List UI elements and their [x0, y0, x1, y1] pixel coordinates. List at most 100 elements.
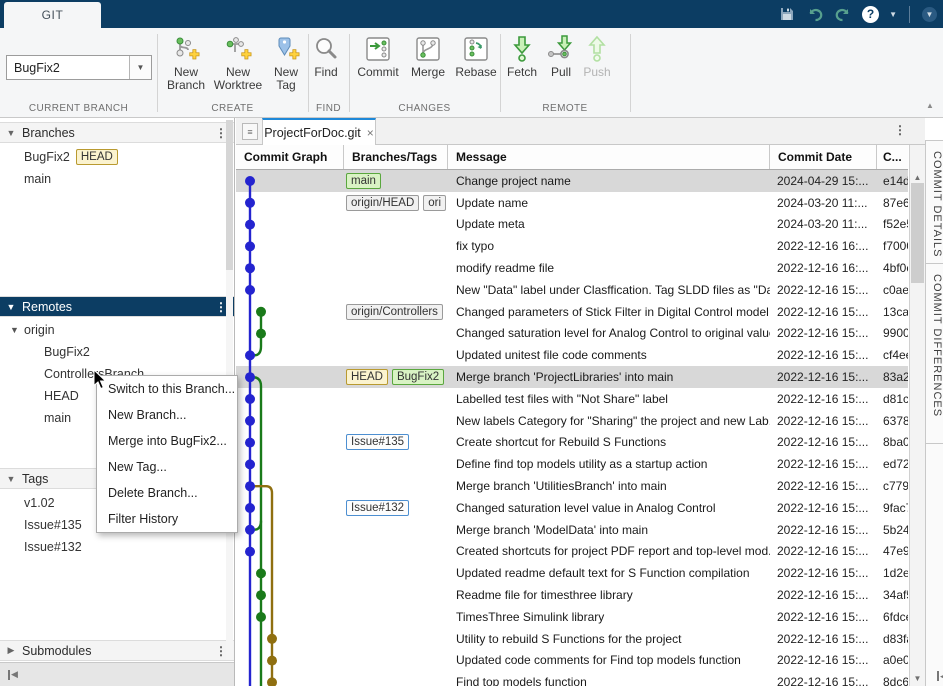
- remote-branch-bugfix2[interactable]: BugFix2: [0, 341, 227, 363]
- menu-item-switch-branch[interactable]: Switch to this Branch...: [97, 376, 237, 402]
- tab-commit-details[interactable]: COMMIT DETAILS: [926, 141, 943, 264]
- commit-row[interactable]: Created shortcuts for project PDF report…: [236, 541, 908, 563]
- commit-row[interactable]: Updated readme default text for S Functi…: [236, 562, 908, 584]
- menu-item-filter-history[interactable]: Filter History: [97, 506, 237, 532]
- close-icon[interactable]: ×: [367, 126, 374, 140]
- commit-row[interactable]: Merge branch 'ModelData' into main2022-1…: [236, 519, 908, 541]
- undo-icon[interactable]: [806, 5, 824, 23]
- menu-item-delete-branch[interactable]: Delete Branch...: [97, 480, 237, 506]
- collapse-left-icon[interactable]: ◀: [8, 670, 18, 680]
- branches: [344, 235, 448, 257]
- merge-button[interactable]: Merge: [402, 34, 454, 79]
- column-header-branches-tags[interactable]: Branches/Tags: [344, 145, 448, 169]
- redo-icon[interactable]: [834, 5, 852, 23]
- commit-row[interactable]: Issue#132Changed saturation level value …: [236, 497, 908, 519]
- column-header-commit-date[interactable]: Commit Date: [770, 145, 877, 169]
- id: 9fac7: [877, 497, 908, 519]
- tag-item-issue132[interactable]: Issue#132: [0, 536, 227, 558]
- help-dropdown-icon[interactable]: ▼: [889, 10, 897, 19]
- new-tag-label: New Tag: [264, 66, 308, 92]
- commit-row[interactable]: Readme file for timesthree library2022-1…: [236, 584, 908, 606]
- chevron-down-icon[interactable]: ▼: [129, 56, 151, 79]
- id: 6378: [877, 410, 908, 432]
- menu-item-new-branch[interactable]: New Branch...: [97, 402, 237, 428]
- scrollbar-thumb[interactable]: [911, 183, 924, 283]
- commit-row[interactable]: Labelled test files with "Not Share" lab…: [236, 388, 908, 410]
- commit-row[interactable]: Changed saturation level for Analog Cont…: [236, 323, 908, 345]
- toolstrip-menu-icon[interactable]: ▼: [922, 7, 937, 22]
- branch-item-bugfix2[interactable]: BugFix2 HEAD: [0, 146, 227, 168]
- new-branch-button[interactable]: New Branch: [160, 34, 212, 92]
- find-button[interactable]: Find: [303, 34, 349, 79]
- fetch-button[interactable]: Fetch: [500, 34, 544, 79]
- push-button[interactable]: Push: [578, 34, 616, 79]
- commit-row[interactable]: modify readme file2022-12-16 16:...4bf0c: [236, 257, 908, 279]
- commit-row[interactable]: Utility to rebuild S Functions for the p…: [236, 628, 908, 650]
- new-tag-button[interactable]: New Tag: [264, 34, 308, 92]
- commit-row[interactable]: Merge branch 'UtilitiesBranch' into main…: [236, 475, 908, 497]
- tag-label: v1.02: [24, 496, 55, 510]
- expand-triangle-icon[interactable]: ▼: [10, 325, 19, 335]
- msg: Changed parameters of Stick Filter in Di…: [448, 301, 770, 323]
- menu-item-merge-into[interactable]: Merge into BugFix2...: [97, 428, 237, 454]
- column-header-message[interactable]: Message: [448, 145, 770, 169]
- menu-item-new-tag[interactable]: New Tag...: [97, 454, 237, 480]
- remote-origin[interactable]: ▼ origin: [0, 319, 227, 341]
- graph: [236, 584, 344, 606]
- commit-row[interactable]: Issue#135Create shortcut for Rebuild S F…: [236, 432, 908, 454]
- new-worktree-button[interactable]: New Worktree: [212, 34, 264, 92]
- commit-row[interactable]: Define find top models utility as a star…: [236, 453, 908, 475]
- commit-row[interactable]: TimesThree Simulink library2022-12-16 15…: [236, 606, 908, 628]
- remote-branch-label: BugFix2: [44, 345, 90, 359]
- msg: Define find top models utility as a star…: [448, 453, 770, 475]
- pull-button[interactable]: Pull: [542, 34, 580, 79]
- commit-row[interactable]: fix typo2022-12-16 16:...f7000: [236, 235, 908, 257]
- branches-section-header[interactable]: ▼ Branches ⋮: [0, 122, 234, 143]
- document-tab[interactable]: ProjectForDoc.git ×: [262, 118, 376, 145]
- branch-item-main[interactable]: main: [0, 168, 227, 190]
- scroll-down-icon[interactable]: ▼: [910, 674, 925, 683]
- branches: [344, 584, 448, 606]
- remotes-section-header[interactable]: ▼ Remotes ⋮: [0, 296, 234, 317]
- fetch-icon: [507, 34, 537, 64]
- current-branch-value: BugFix2: [7, 61, 129, 75]
- collapse-triangle-icon[interactable]: ▼: [0, 474, 22, 484]
- collapse-triangle-icon[interactable]: ▼: [0, 302, 22, 312]
- rebase-button[interactable]: Rebase: [450, 34, 502, 79]
- collapse-toolstrip-icon[interactable]: ▲: [926, 101, 934, 110]
- commit-row[interactable]: New "Data" label under Clasffication. Ta…: [236, 279, 908, 301]
- expand-triangle-icon[interactable]: ▶: [0, 645, 22, 656]
- column-header-commit-id[interactable]: C...: [877, 145, 908, 169]
- current-branch-combo[interactable]: BugFix2 ▼: [6, 55, 152, 80]
- table-header: Commit Graph Branches/Tags Message Commi…: [236, 145, 908, 170]
- ribbon-tab-git[interactable]: GIT: [4, 2, 101, 28]
- collapse-triangle-icon[interactable]: ▼: [0, 128, 22, 138]
- commit-row[interactable]: origin/ControllersChanged parameters of …: [236, 301, 908, 323]
- document-menu-icon[interactable]: ⋮: [894, 123, 906, 137]
- commit-button[interactable]: Commit: [352, 34, 404, 79]
- graph: [236, 235, 344, 257]
- remote-branch-label: main: [44, 411, 71, 425]
- scrollbar-thumb[interactable]: [226, 120, 233, 270]
- collapse-right-icon[interactable]: ◀: [937, 671, 943, 681]
- panel-menu-icon[interactable]: ≡: [242, 123, 258, 140]
- commit-row[interactable]: Update meta2024-03-20 11:...f52e5: [236, 214, 908, 236]
- submodules-section-header[interactable]: ▶ Submodules ⋮: [0, 640, 234, 661]
- commit-row[interactable]: Find top models function2022-12-16 15:..…: [236, 671, 908, 686]
- commit-row[interactable]: mainChange project name2024-04-29 15:...…: [236, 170, 908, 192]
- branches: [344, 214, 448, 236]
- graph: [236, 366, 344, 388]
- tab-commit-differences[interactable]: COMMIT DIFFERENCES: [926, 264, 943, 444]
- commit-row[interactable]: Updated code comments for Find top model…: [236, 650, 908, 672]
- id: a0e0: [877, 650, 908, 672]
- save-icon[interactable]: [778, 5, 796, 23]
- help-icon[interactable]: ?: [862, 6, 879, 23]
- date: 2022-12-16 16:...: [770, 235, 877, 257]
- scroll-up-icon[interactable]: ▲: [910, 173, 925, 182]
- commit-row[interactable]: New labels Category for "Sharing" the pr…: [236, 410, 908, 432]
- table-scrollbar[interactable]: ▲ ▼: [909, 145, 925, 686]
- commit-row[interactable]: Updated unitest file code comments2022-1…: [236, 344, 908, 366]
- column-header-commit-graph[interactable]: Commit Graph: [236, 145, 344, 169]
- commit-row[interactable]: HEADBugFix2Merge branch 'ProjectLibrarie…: [236, 366, 908, 388]
- commit-row[interactable]: origin/HEADoriUpdate name2024-03-20 11:.…: [236, 192, 908, 214]
